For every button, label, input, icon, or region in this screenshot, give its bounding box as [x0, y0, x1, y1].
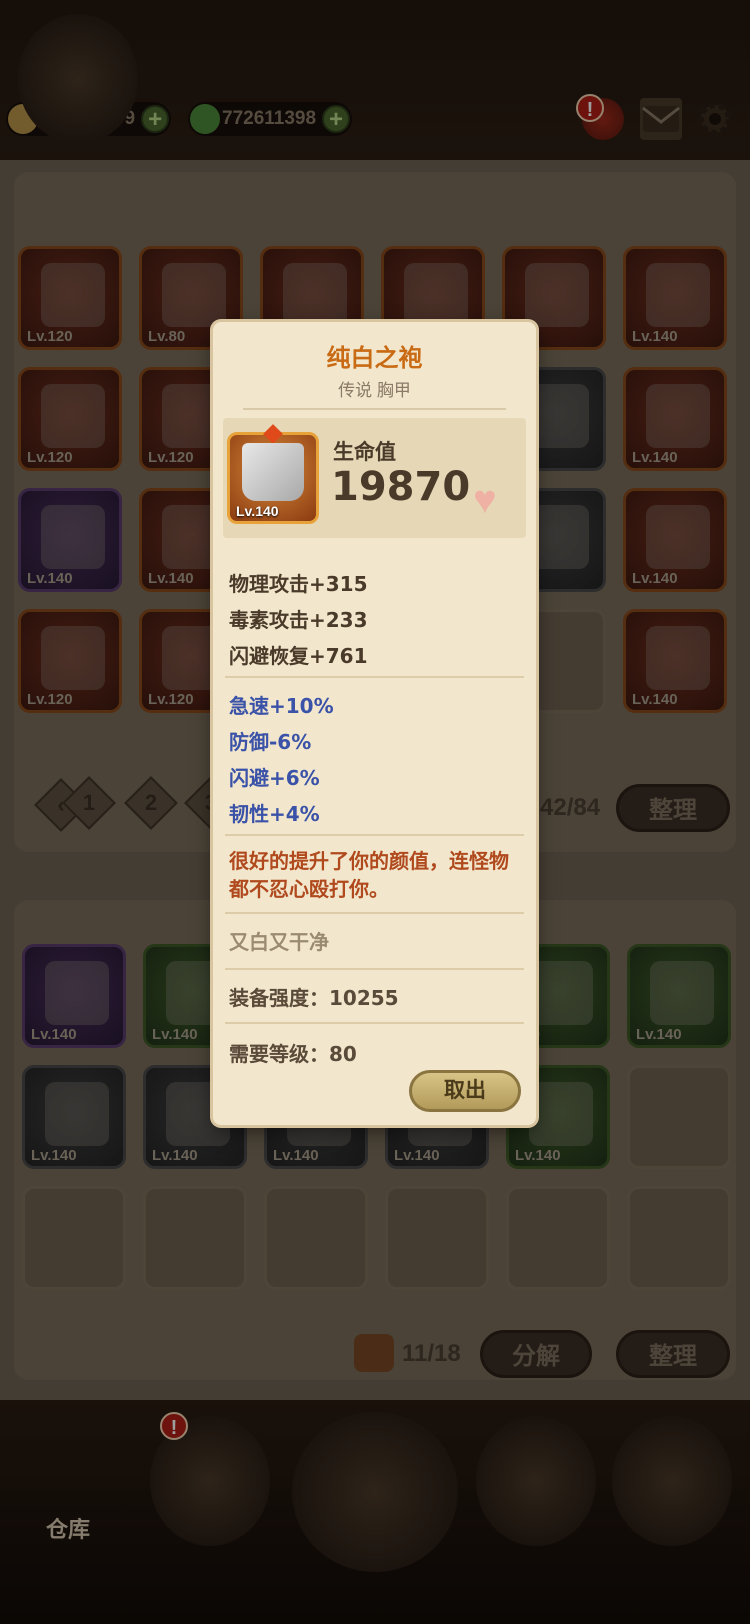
stat-dodge: 闪避+6%	[229, 766, 320, 790]
equipment-strength: 装备强度：10255	[229, 986, 399, 1010]
stat-defense: 防御-6%	[229, 730, 312, 754]
hp-value: 19870	[331, 464, 471, 510]
item-detail-dialog: 纯白之袍 传说 胸甲 Lv.140 生命值 19870 ♥ 物理攻击+315 毒…	[213, 322, 536, 1125]
divider	[225, 834, 524, 836]
required-level: 需要等级：80	[229, 1042, 357, 1066]
white-robe-icon	[242, 443, 304, 501]
item-flavor-text: 又白又干净	[229, 932, 329, 954]
stat-poison-attack: 毒素攻击+233	[229, 608, 368, 632]
item-level: Lv.140	[236, 503, 279, 519]
item-robe-icon: Lv.140	[227, 424, 319, 524]
stat-toughness: 韧性+4%	[229, 802, 320, 826]
divider	[225, 676, 524, 678]
stat-dodge-recovery: 闪避恢复+761	[229, 644, 368, 668]
item-description: 很好的提升了你的颜值，连怪物都不忍心殴打你。	[229, 851, 509, 901]
divider	[243, 408, 506, 410]
take-out-button[interactable]: 取出	[409, 1070, 521, 1112]
item-name: 纯白之袍	[326, 345, 423, 372]
stat-haste: 急速+10%	[229, 694, 334, 718]
hp-label: 生命值	[333, 441, 396, 464]
stat-physical-attack: 物理攻击+315	[229, 572, 368, 596]
divider	[225, 968, 524, 970]
divider	[225, 1022, 524, 1024]
heart-icon: ♥	[473, 478, 497, 522]
divider	[225, 912, 524, 914]
item-type: 传说 胸甲	[338, 381, 411, 400]
